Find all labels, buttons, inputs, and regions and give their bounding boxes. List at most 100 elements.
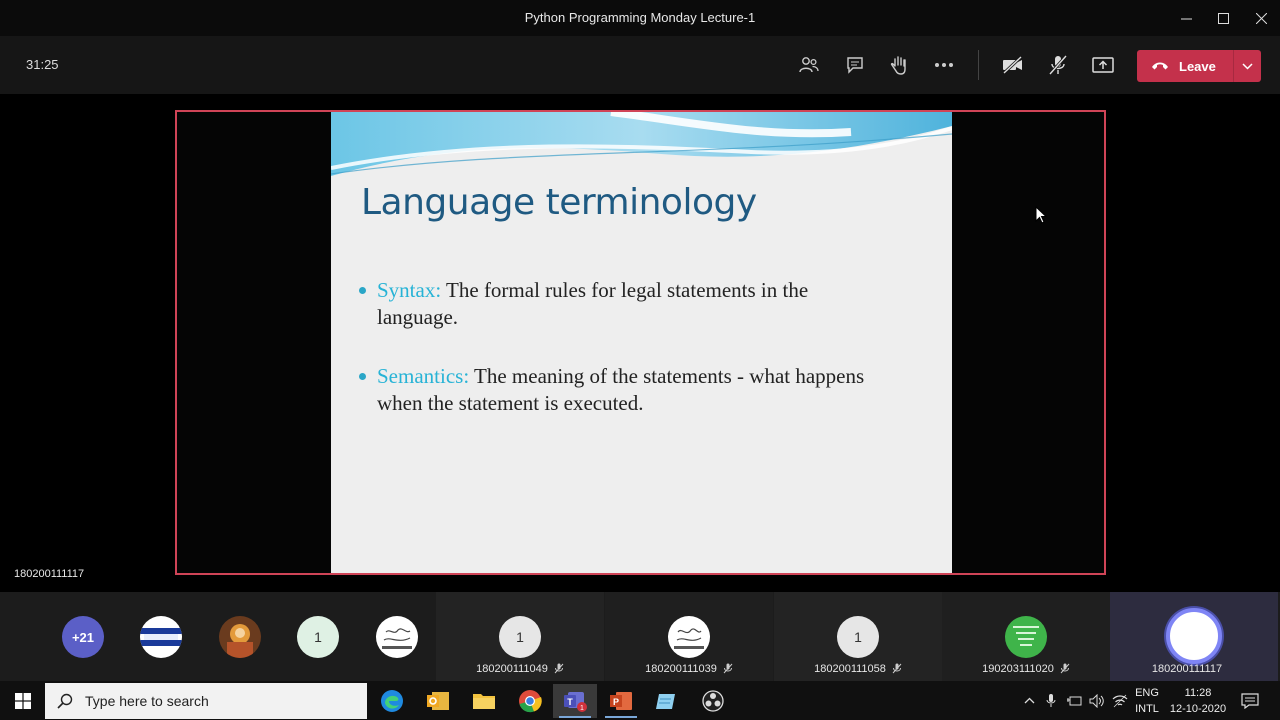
windows-logo-icon: [14, 692, 31, 709]
avatar[interactable]: [376, 616, 418, 658]
tray-overflow-button[interactable]: [1020, 681, 1038, 720]
slide-bullet: Syntax: The formal rules for legal state…: [359, 277, 879, 331]
tray-power[interactable]: [1064, 681, 1084, 720]
overflow-participants-button[interactable]: +21: [62, 616, 104, 658]
wifi-icon: [1112, 694, 1128, 707]
search-icon: [57, 693, 73, 709]
avatar-image: [1013, 626, 1039, 646]
raise-hand-button[interactable]: [886, 53, 912, 77]
chat-button[interactable]: [842, 53, 868, 77]
more-actions-button[interactable]: [931, 53, 957, 77]
maximize-icon: [1217, 12, 1229, 24]
taskbar-app-teams[interactable]: T1: [553, 684, 597, 718]
hang-up-icon: [1152, 62, 1168, 70]
mic-off-icon: [892, 663, 902, 674]
participant-tile-self[interactable]: 180200111117: [1110, 592, 1278, 681]
speaking-avatar: [1166, 608, 1222, 664]
participant-name: 190203111020: [982, 663, 1054, 675]
clock-time: 11:28: [1184, 687, 1212, 699]
svg-text:P: P: [613, 697, 619, 707]
leave-label: Leave: [1179, 58, 1216, 74]
window-titlebar: Python Programming Monday Lecture-1: [0, 0, 1280, 36]
notification-icon: [1241, 692, 1259, 709]
participants-strip: +21 1 1 180200111049 180200111039 1 1802…: [0, 592, 1280, 681]
chrome-icon: [519, 690, 542, 713]
avatar[interactable]: 1: [297, 616, 339, 658]
leave-main-area[interactable]: Leave: [1137, 50, 1233, 82]
participant-name: 180200111049: [476, 663, 548, 675]
avatar[interactable]: [140, 616, 182, 658]
participant-name: 180200111117: [1151, 663, 1223, 675]
participant-name-row: 180200111058: [774, 663, 942, 675]
language-code: ENG: [1135, 687, 1159, 699]
share-screen-button[interactable]: [1090, 53, 1116, 77]
shared-screen: Language terminology Syntax: The formal …: [175, 110, 1106, 575]
window-title: Python Programming Monday Lecture-1: [524, 10, 756, 25]
participant-name-row: 180200111039: [605, 663, 773, 675]
taskbar-app-obs[interactable]: [691, 684, 735, 718]
taskbar-app-chrome[interactable]: [508, 684, 552, 718]
outlook-icon: [427, 692, 449, 710]
leave-button[interactable]: Leave: [1137, 50, 1261, 82]
minimize-button[interactable]: [1168, 4, 1204, 32]
keyboard-layout: INTL: [1135, 703, 1159, 715]
meeting-stage: Language terminology Syntax: The formal …: [0, 94, 1280, 592]
bullet-dot-icon: [359, 287, 366, 294]
input-language[interactable]: ENG INTL: [1131, 685, 1163, 717]
participant-name: 180200111039: [645, 663, 717, 675]
mic-off-icon: [1060, 663, 1070, 674]
obs-icon: [702, 690, 724, 712]
participant-tile[interactable]: 1 180200111049: [436, 592, 604, 681]
taskbar-clock[interactable]: 11:28 12-10-2020: [1163, 685, 1233, 717]
avatar-image: [140, 628, 182, 646]
taskbar-app-edge[interactable]: [370, 684, 414, 718]
mic-off-icon: [723, 663, 733, 674]
chevron-up-icon: [1024, 697, 1034, 704]
mic-toggle-button[interactable]: [1045, 53, 1071, 77]
folder-icon: [473, 694, 495, 709]
bullet-term: Syntax:: [377, 278, 442, 302]
avatar-image: [674, 628, 704, 649]
taskbar-search-box[interactable]: Type here to search: [45, 683, 367, 719]
microphone-icon: [1046, 694, 1056, 707]
taskbar-app-outlook[interactable]: [416, 684, 460, 718]
meeting-timer: 31:25: [26, 57, 59, 72]
participants-button[interactable]: [796, 53, 822, 77]
participant-tile[interactable]: 1 180200111058: [774, 592, 942, 681]
leave-dropdown-button[interactable]: [1234, 50, 1261, 82]
close-icon: [1255, 12, 1267, 24]
taskbar-app-powerpoint[interactable]: P: [599, 684, 643, 718]
taskbar-app-file-explorer[interactable]: [462, 684, 506, 718]
search-placeholder: Type here to search: [85, 693, 209, 709]
tray-network[interactable]: [1110, 681, 1130, 720]
hand-icon: [890, 56, 906, 75]
start-button[interactable]: [0, 681, 45, 720]
close-button[interactable]: [1243, 4, 1279, 32]
avatar: 1: [499, 616, 541, 658]
more-icon: [935, 63, 953, 67]
chat-icon: [847, 57, 863, 74]
avatar: [668, 616, 710, 658]
avatar: 1: [837, 616, 879, 658]
camera-toggle-button[interactable]: [1000, 53, 1026, 77]
tray-volume[interactable]: [1087, 681, 1107, 720]
meeting-toolbar: 31:25 Leave: [0, 36, 1280, 94]
taskbar-app-notepad[interactable]: [645, 684, 689, 718]
slide-wave-decoration: [331, 112, 952, 176]
slide-bullet: Semantics: The meaning of the statements…: [359, 363, 879, 417]
tray-microphone[interactable]: [1042, 681, 1060, 720]
active-indicator: [605, 716, 637, 718]
svg-text:1: 1: [580, 705, 584, 712]
chevron-down-icon: [1242, 62, 1253, 70]
speaker-icon: [1089, 693, 1104, 708]
people-icon: [799, 57, 819, 73]
participant-tile[interactable]: 190203111020: [942, 592, 1110, 681]
active-indicator: [559, 716, 591, 718]
action-center-button[interactable]: [1238, 681, 1262, 720]
participant-name-row: 190203111020: [942, 663, 1110, 675]
participant-tile[interactable]: 180200111039: [605, 592, 773, 681]
avatar[interactable]: [219, 616, 261, 658]
mic-off-icon: [554, 663, 564, 674]
powerpoint-icon: P: [610, 692, 632, 710]
maximize-button[interactable]: [1205, 4, 1241, 32]
